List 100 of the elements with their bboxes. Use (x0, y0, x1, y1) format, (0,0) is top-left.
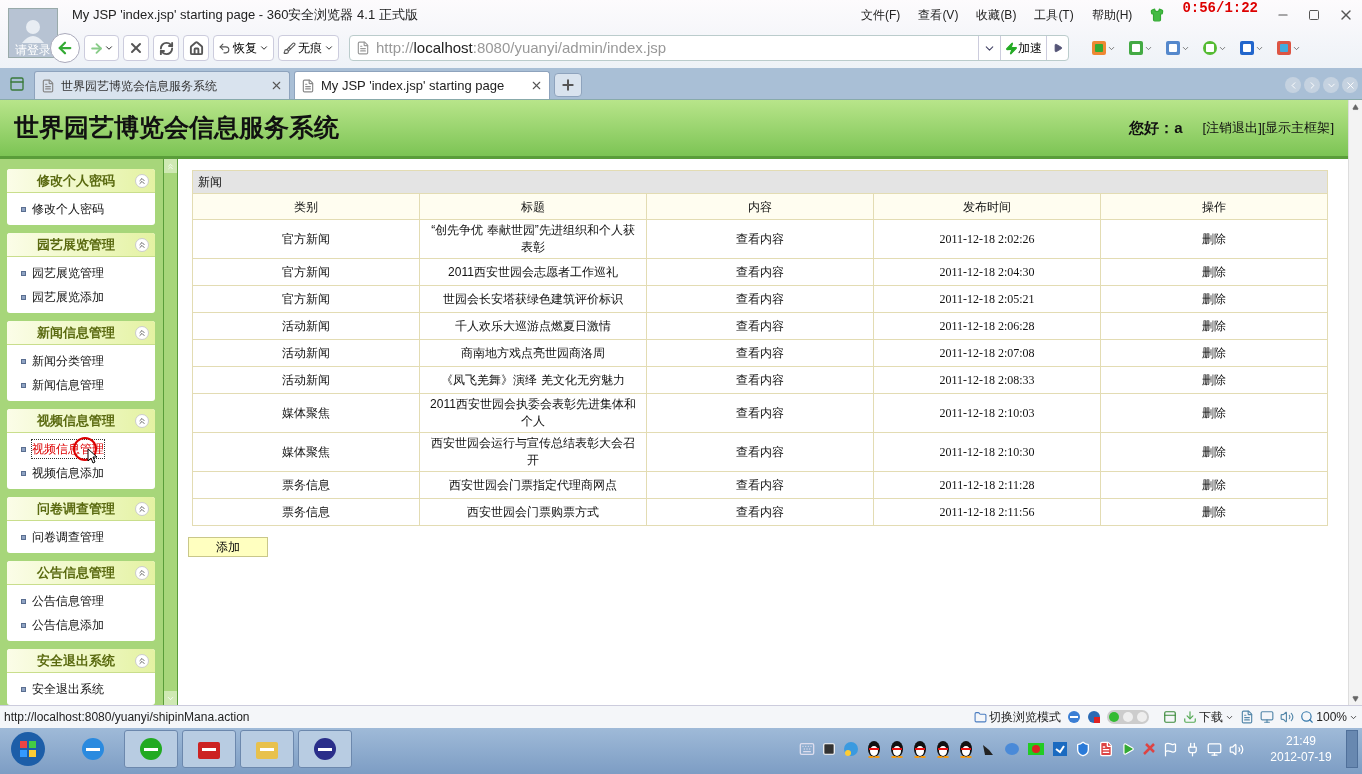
refresh-button[interactable] (153, 35, 179, 61)
delete-link[interactable]: 删除 (1202, 373, 1226, 387)
menu-link[interactable]: 视频信息添加 (32, 464, 104, 482)
penguin-icon[interactable] (889, 740, 905, 758)
collapse-icon[interactable] (135, 653, 149, 668)
collapse-icon[interactable] (135, 501, 149, 516)
column-header: 发布时间 (873, 193, 1101, 220)
flag-icon[interactable] (1163, 741, 1178, 757)
browser-tab[interactable]: 世界园艺博览会信息服务系统 (34, 71, 290, 99)
penguin-icon[interactable] (935, 740, 951, 758)
tab-close-icon[interactable] (530, 79, 543, 92)
taskbar-button[interactable] (182, 730, 236, 768)
browser-tab[interactable]: My JSP 'index.jsp' starting page (294, 71, 550, 99)
header-link[interactable]: [注销退出] (1202, 118, 1262, 138)
view-content-link[interactable]: 查看内容 (736, 265, 784, 279)
view-content-link[interactable]: 查看内容 (736, 445, 784, 459)
penguin-icon[interactable] (866, 740, 882, 758)
delete-link[interactable]: 删除 (1202, 505, 1226, 519)
view-content-link[interactable]: 查看内容 (736, 406, 784, 420)
header-link[interactable]: [显示主框架] (1261, 118, 1334, 138)
menu-link[interactable]: 新闻分类管理 (32, 352, 104, 370)
menu-link[interactable]: 公告信息管理 (32, 592, 104, 610)
restore-button[interactable]: 恢复 (213, 35, 274, 61)
browse-mode-button[interactable]: 切换浏览模式 (974, 708, 1062, 726)
menu-group-header[interactable]: 园艺展览管理 (7, 233, 155, 257)
zoom-button[interactable]: 100% (1300, 708, 1358, 726)
maximize-icon[interactable] (1308, 9, 1320, 21)
table-cell: 官方新闻 (282, 232, 330, 246)
menu-group-header[interactable]: 公告信息管理 (7, 561, 155, 585)
menu-item[interactable]: 工具(T) (1034, 6, 1074, 24)
menu-item[interactable]: 文件(F) (861, 6, 901, 24)
menu-link[interactable]: 修改个人密码 (32, 200, 104, 218)
page-scrollbar[interactable] (1348, 100, 1362, 705)
delete-link[interactable]: 删除 (1202, 319, 1226, 333)
volume-icon[interactable] (1229, 741, 1244, 757)
delete-link[interactable]: 删除 (1202, 232, 1226, 246)
bookmark-icon[interactable] (1240, 710, 1255, 724)
menu-group-header[interactable]: 新闻信息管理 (7, 321, 155, 345)
menu-link[interactable]: 园艺展览添加 (32, 288, 104, 306)
view-content-link[interactable]: 查看内容 (736, 505, 784, 519)
menu-item[interactable]: 帮助(H) (1091, 6, 1133, 24)
view-content-link[interactable]: 查看内容 (736, 478, 784, 492)
new-tab-button[interactable] (554, 73, 582, 97)
power-icon[interactable] (1185, 741, 1200, 757)
stop-button[interactable] (123, 35, 149, 61)
menu-link[interactable]: 园艺展览管理 (32, 264, 104, 282)
menu-group-header[interactable]: 修改个人密码 (7, 169, 155, 193)
penguin-icon[interactable] (958, 740, 974, 758)
start-button[interactable] (10, 731, 46, 767)
collapse-icon[interactable] (135, 325, 149, 340)
speedup-button[interactable]: 加速 (1000, 36, 1046, 60)
menu-link[interactable]: 问卷调查管理 (32, 528, 104, 546)
delete-link[interactable]: 删除 (1202, 445, 1226, 459)
shirt-icon[interactable] (1150, 8, 1165, 22)
traffic-light-icon[interactable] (1107, 710, 1150, 724)
volume-icon[interactable] (1280, 710, 1295, 724)
delete-link[interactable]: 删除 (1202, 292, 1226, 306)
delete-link[interactable]: 删除 (1202, 346, 1226, 360)
menu-link[interactable]: 新闻信息管理 (32, 376, 104, 394)
download-button[interactable]: 下载 (1183, 708, 1235, 726)
view-content-link[interactable]: 查看内容 (736, 373, 784, 387)
incognito-button[interactable]: 无痕 (278, 35, 339, 61)
bullet-icon (21, 622, 26, 628)
delete-link[interactable]: 删除 (1202, 406, 1226, 420)
bullet-icon (21, 206, 26, 212)
column-header: 操作 (1100, 193, 1328, 220)
collapse-icon[interactable] (135, 173, 149, 188)
menu-group-header[interactable]: 视频信息管理 (7, 409, 155, 433)
menu-group-header[interactable]: 安全退出系统 (7, 649, 155, 673)
address-bar[interactable]: http://localhost:8080/yuanyi/admin/index.jsp 加速 (349, 35, 1069, 61)
view-content-link[interactable]: 查看内容 (736, 346, 784, 360)
table-cell: 2011-12-18 2:04:30 (939, 265, 1035, 279)
taskbar-button[interactable] (298, 730, 352, 768)
menu-group-header[interactable]: 问卷调查管理 (7, 497, 155, 521)
tab-title: My JSP 'index.jsp' starting page (321, 76, 506, 95)
menu-item[interactable]: 收藏(B) (976, 6, 1017, 24)
delete-link[interactable]: 删除 (1202, 265, 1226, 279)
keyboard-icon[interactable] (799, 741, 815, 757)
view-content-link[interactable]: 查看内容 (736, 292, 784, 306)
collapse-icon[interactable] (135, 565, 149, 580)
close-all-icon[interactable] (1342, 77, 1358, 93)
window-icon[interactable] (1260, 710, 1275, 724)
penguin-icon[interactable] (912, 740, 928, 758)
collapse-icon[interactable] (135, 413, 149, 428)
tab-close-icon[interactable] (270, 79, 283, 92)
back-button[interactable] (50, 33, 80, 63)
view-content-link[interactable]: 查看内容 (736, 232, 784, 246)
add-button[interactable]: 添加 (188, 537, 268, 557)
view-content-link[interactable]: 查看内容 (736, 319, 784, 333)
delete-link[interactable]: 删除 (1202, 478, 1226, 492)
menu-item[interactable]: 查看(V) (918, 6, 959, 24)
notepad-icon[interactable] (1098, 741, 1114, 757)
window-icon[interactable] (1163, 710, 1178, 724)
menu-link[interactable]: 公告信息添加 (32, 616, 104, 634)
shield-icon[interactable] (1075, 741, 1091, 757)
collapse-icon[interactable] (135, 237, 149, 252)
network-icon[interactable] (1207, 741, 1222, 757)
menu-link[interactable]: 安全退出系统 (32, 680, 104, 698)
table-cell: 2011-12-18 2:10:30 (939, 445, 1035, 459)
home-button[interactable] (183, 35, 209, 61)
